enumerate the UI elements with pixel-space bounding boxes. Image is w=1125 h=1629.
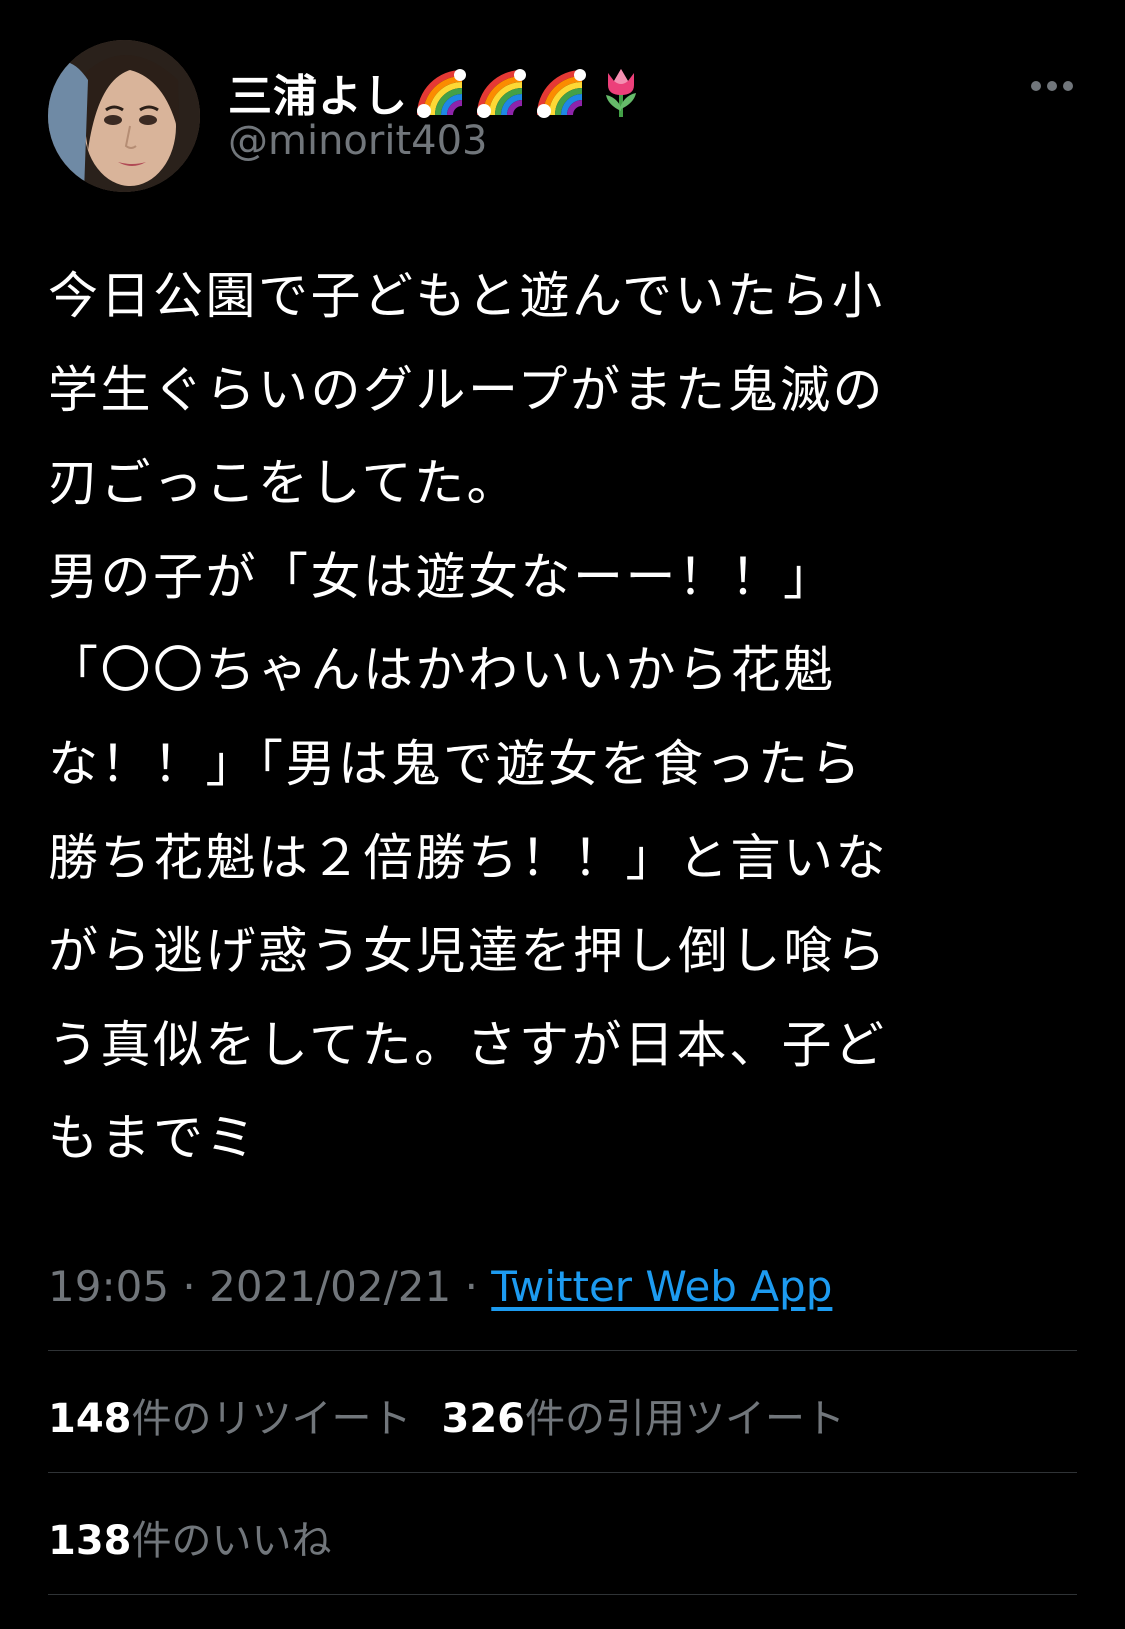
tulip-emoji <box>606 69 636 117</box>
quotes-count: 326 <box>441 1396 526 1442</box>
divider <box>48 1472 1077 1473</box>
engagement-stats: 148件のリツイート 326件の引用ツイート <box>48 1386 845 1444</box>
tweet-text-line: 男の子が「女は遊女なーー！！」 <box>48 547 836 606</box>
tweet-source-link[interactable]: Twitter Web App <box>491 1262 832 1311</box>
avatar[interactable] <box>48 40 200 192</box>
likes-stats: 138件のいいね <box>48 1508 332 1566</box>
retweets-stat[interactable]: 148件のリツイート <box>48 1386 412 1444</box>
tweet-text-line: 学生ぐらいのグループがまた鬼滅の <box>48 360 885 419</box>
likes-stat[interactable]: 138件のいいね <box>48 1508 332 1566</box>
display-name[interactable]: 三浦よし <box>228 60 408 124</box>
meta-separator: · <box>182 1262 196 1311</box>
tweet-detail: 三浦よし @minorit403 今日公園で子どもと遊んでいたら小 学生ぐらいの… <box>0 0 1125 1629</box>
tweet-text-line: がら逃げ惑う女児達を押し倒し喰ら <box>48 922 888 981</box>
tweet-text: 今日公園で子どもと遊んでいたら小 学生ぐらいのグループがまた鬼滅の 刃ごっこをし… <box>48 250 1088 1186</box>
tweet-time[interactable]: 19:05 <box>48 1262 169 1311</box>
likes-label: 件のいいね <box>131 1518 332 1564</box>
tweet-text-line: 勝ち花魁は２倍勝ち！！」と言いな <box>48 828 888 887</box>
rainbow-emoji <box>477 69 526 118</box>
rainbow-emoji <box>537 69 586 118</box>
more-options-button[interactable] <box>1022 66 1082 106</box>
retweets-label: 件のリツイート <box>131 1396 412 1442</box>
tweet-metadata: 19:05 · 2021/02/21 · Twitter Web App <box>48 1262 832 1311</box>
likes-count: 138 <box>48 1518 132 1564</box>
tweet-text-line: もまでミ <box>48 1109 258 1168</box>
tweet-text-line: 今日公園で子どもと遊んでいたら小 <box>48 267 885 325</box>
meta-separator: · <box>464 1262 478 1311</box>
retweets-count: 148 <box>48 1396 132 1442</box>
more-dots-icon <box>1031 81 1073 91</box>
author-handle[interactable]: @minorit403 <box>228 118 488 164</box>
quotes-stat[interactable]: 326件の引用ツイート <box>442 1386 846 1444</box>
tweet-text-line: な！！」「男は鬼で遊女を食ったら <box>48 734 863 793</box>
author-name-row[interactable]: 三浦よし <box>228 62 648 122</box>
tweet-text-line: 刃ごっこをしてた。 <box>48 454 519 513</box>
divider <box>48 1350 1077 1351</box>
quotes-label: 件の引用ツイート <box>525 1396 845 1442</box>
tweet-text-line: う真似をしてた。さすが日本、子ど <box>48 1015 887 1074</box>
avatar-image <box>48 40 200 192</box>
tweet-text-line: 「〇〇ちゃんはかわいいから花魁 <box>48 641 836 700</box>
tweet-date[interactable]: 2021/02/21 <box>209 1262 451 1311</box>
rainbow-emoji <box>417 69 466 118</box>
divider <box>48 1594 1077 1595</box>
